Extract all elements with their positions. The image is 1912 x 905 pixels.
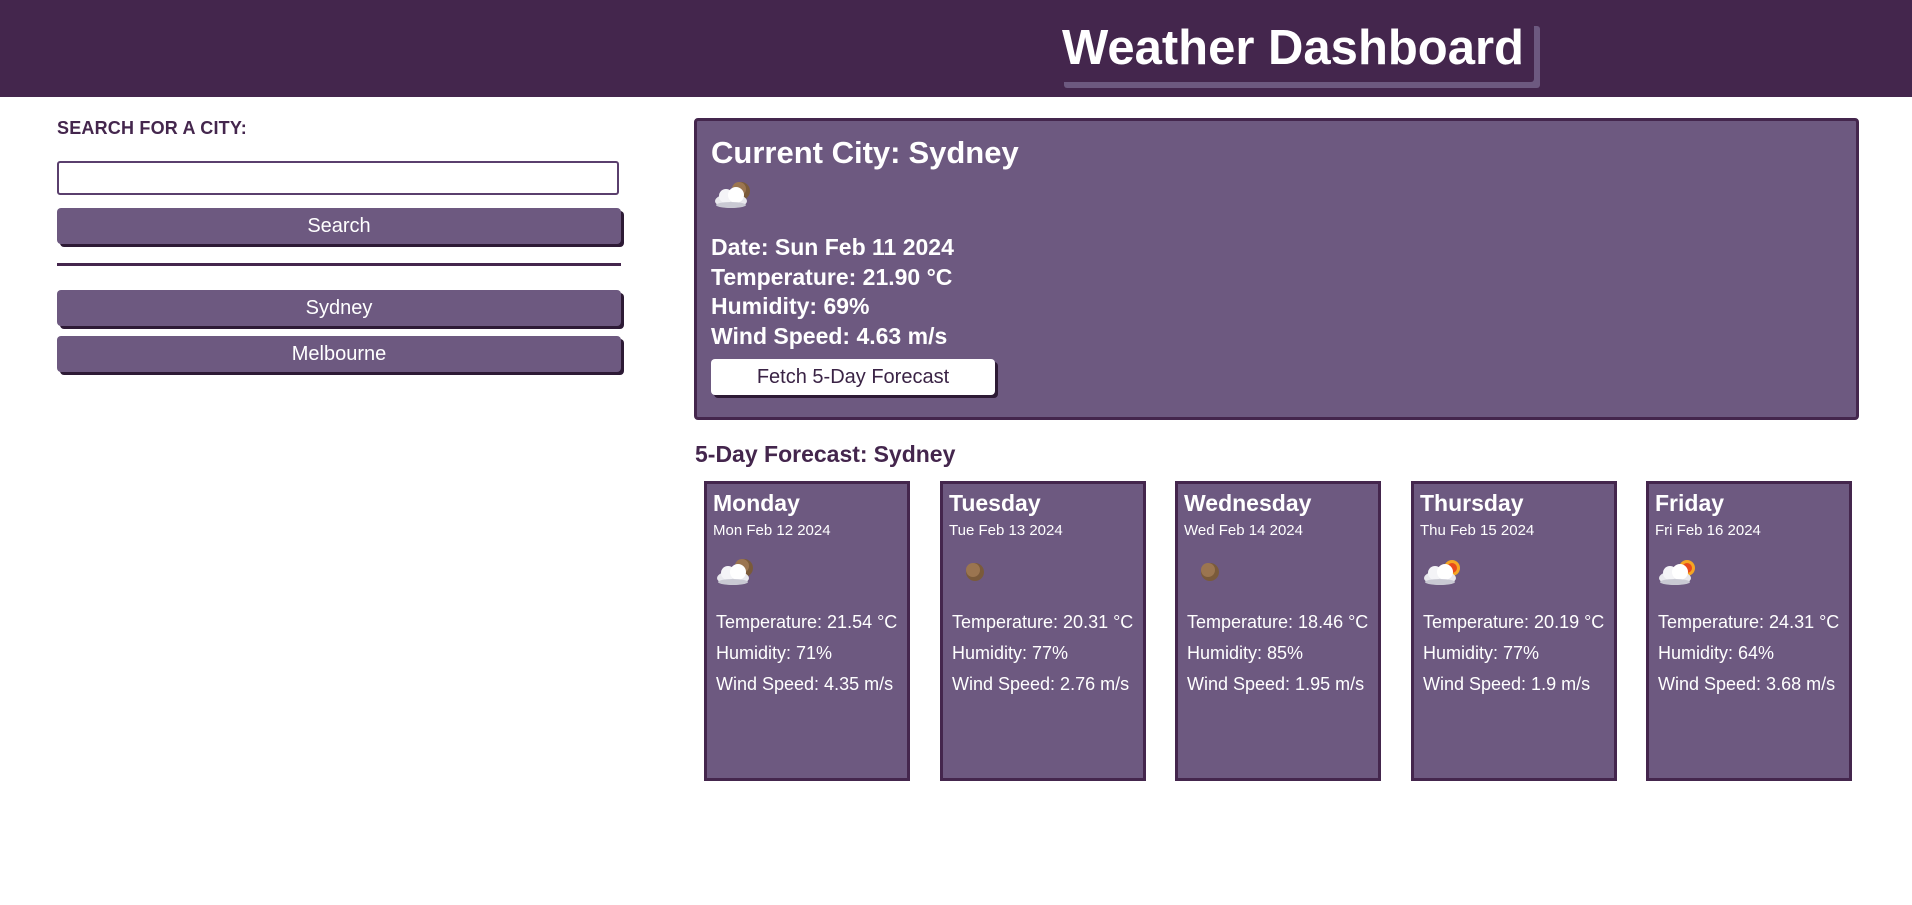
current-wind-speed: Wind Speed: 4.63 m/s — [711, 323, 948, 349]
cloud-with-moon-icon — [717, 559, 753, 585]
forecast-heading-prefix: 5-Day Forecast: — [695, 441, 868, 467]
forecast-temperature: Temperature: 20.19 °C — [1423, 612, 1605, 632]
forecast-card-friday: Friday Fri Feb 16 2024 Temperature: 24.3… — [1646, 481, 1852, 781]
forecast-wind-speed: Wind Speed: 1.95 m/s — [1187, 674, 1365, 694]
current-date: Date: Sun Feb 11 2024 — [711, 234, 954, 260]
forecast-card-thursday: Thursday Thu Feb 15 2024 Temperature: 20… — [1411, 481, 1617, 781]
forecast-day: Monday — [713, 490, 800, 516]
page-title: Weather Dashboard — [1058, 20, 1534, 82]
forecast-humidity: Humidity: 71% — [716, 643, 833, 663]
forecast-date: Wed Feb 14 2024 — [1184, 522, 1303, 539]
search-label: SEARCH FOR A CITY: — [57, 118, 247, 138]
forecast-wind-speed: Wind Speed: 1.9 m/s — [1423, 674, 1591, 694]
moon-icon — [966, 563, 984, 581]
current-temperature: Temperature: 21.90 °C — [711, 264, 953, 290]
forecast-wind-speed: Wind Speed: 3.68 m/s — [1658, 674, 1836, 694]
forecast-date: Tue Feb 13 2024 — [949, 522, 1063, 539]
forecast-temperature: Temperature: 21.54 °C — [716, 612, 898, 632]
forecast-humidity: Humidity: 77% — [1423, 643, 1540, 663]
history-button-melbourne[interactable]: Melbourne — [57, 336, 621, 372]
current-city-prefix: Current City: — [711, 135, 901, 170]
forecast-card-monday: Monday Mon Feb 12 2024 Temperature: 21.5… — [704, 481, 910, 781]
forecast-wind-speed: Wind Speed: 4.35 m/s — [716, 674, 894, 694]
forecast-temperature: Temperature: 24.31 °C — [1658, 612, 1840, 632]
fetch-forecast-button[interactable]: Fetch 5-Day Forecast — [711, 359, 995, 395]
current-city-name: Sydney — [908, 135, 1019, 170]
forecast-humidity: Humidity: 64% — [1658, 643, 1775, 663]
current-weather-panel: Current City: Sydney Date: Sun Feb 11 202… — [694, 118, 1859, 420]
forecast-day: Wednesday — [1184, 490, 1312, 516]
forecast-humidity: Humidity: 85% — [1187, 643, 1304, 663]
moon-icon — [1201, 563, 1219, 581]
forecast-city-name: Sydney — [873, 441, 956, 467]
forecast-humidity: Humidity: 77% — [952, 643, 1069, 663]
cloud-with-sun-icon — [1659, 560, 1695, 585]
forecast-card-tuesday: Tuesday Tue Feb 13 2024 Temperature: 20.… — [940, 481, 1146, 781]
forecast-temperature: Temperature: 18.46 °C — [1187, 612, 1369, 632]
forecast-heading: 5-Day Forecast: Sydney — [695, 441, 955, 468]
forecast-card-wednesday: Wednesday Wed Feb 14 2024 Temperature: 1… — [1175, 481, 1381, 781]
current-city-title: Current City: Sydney — [711, 135, 1019, 171]
forecast-date: Mon Feb 12 2024 — [713, 522, 831, 539]
forecast-day: Tuesday — [949, 490, 1041, 516]
forecast-date: Thu Feb 15 2024 — [1420, 522, 1535, 539]
forecast-temperature: Temperature: 20.31 °C — [952, 612, 1134, 632]
search-button[interactable]: Search — [57, 208, 621, 244]
forecast-date: Fri Feb 16 2024 — [1655, 522, 1761, 539]
app-header: Weather Dashboard — [0, 0, 1912, 97]
current-humidity: Humidity: 69% — [711, 293, 870, 319]
cloud-with-sun-icon — [1424, 560, 1460, 585]
history-button-sydney[interactable]: Sydney — [57, 290, 621, 326]
cloud-with-moon-icon — [715, 182, 750, 208]
forecast-day: Thursday — [1420, 490, 1524, 516]
forecast-wind-speed: Wind Speed: 2.76 m/s — [952, 674, 1130, 694]
city-search-input[interactable] — [57, 161, 619, 195]
sidebar-divider — [57, 263, 621, 266]
forecast-day: Friday — [1655, 490, 1725, 516]
